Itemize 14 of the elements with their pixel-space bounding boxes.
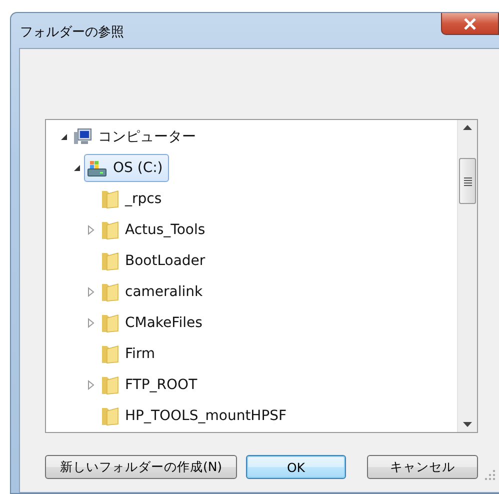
tree-item[interactable]: _rpcs (98, 184, 168, 212)
tree-item[interactable]: コンピューター (71, 122, 202, 150)
tree-item[interactable]: OS (C:) (84, 154, 169, 182)
dialog-button[interactable]: OK (246, 455, 346, 479)
tree-item[interactable]: CMakeFiles (98, 308, 208, 336)
tree-item[interactable]: HP_TOOLS_mountHPSF (98, 402, 293, 430)
tree-item[interactable]: FTP_ROOT (98, 370, 204, 398)
window-title: フォルダーの参照 (20, 24, 124, 41)
tree-item[interactable]: Firm (98, 340, 162, 368)
tree-item[interactable]: BootLoader (98, 246, 212, 274)
tree-item[interactable]: Actus_Tools (98, 216, 212, 244)
tree-item[interactable]: cameralink (98, 278, 209, 306)
dialog-button[interactable]: キャンセル (367, 455, 478, 479)
dialog-button[interactable]: 新しいフォルダーの作成(N) (45, 455, 237, 479)
